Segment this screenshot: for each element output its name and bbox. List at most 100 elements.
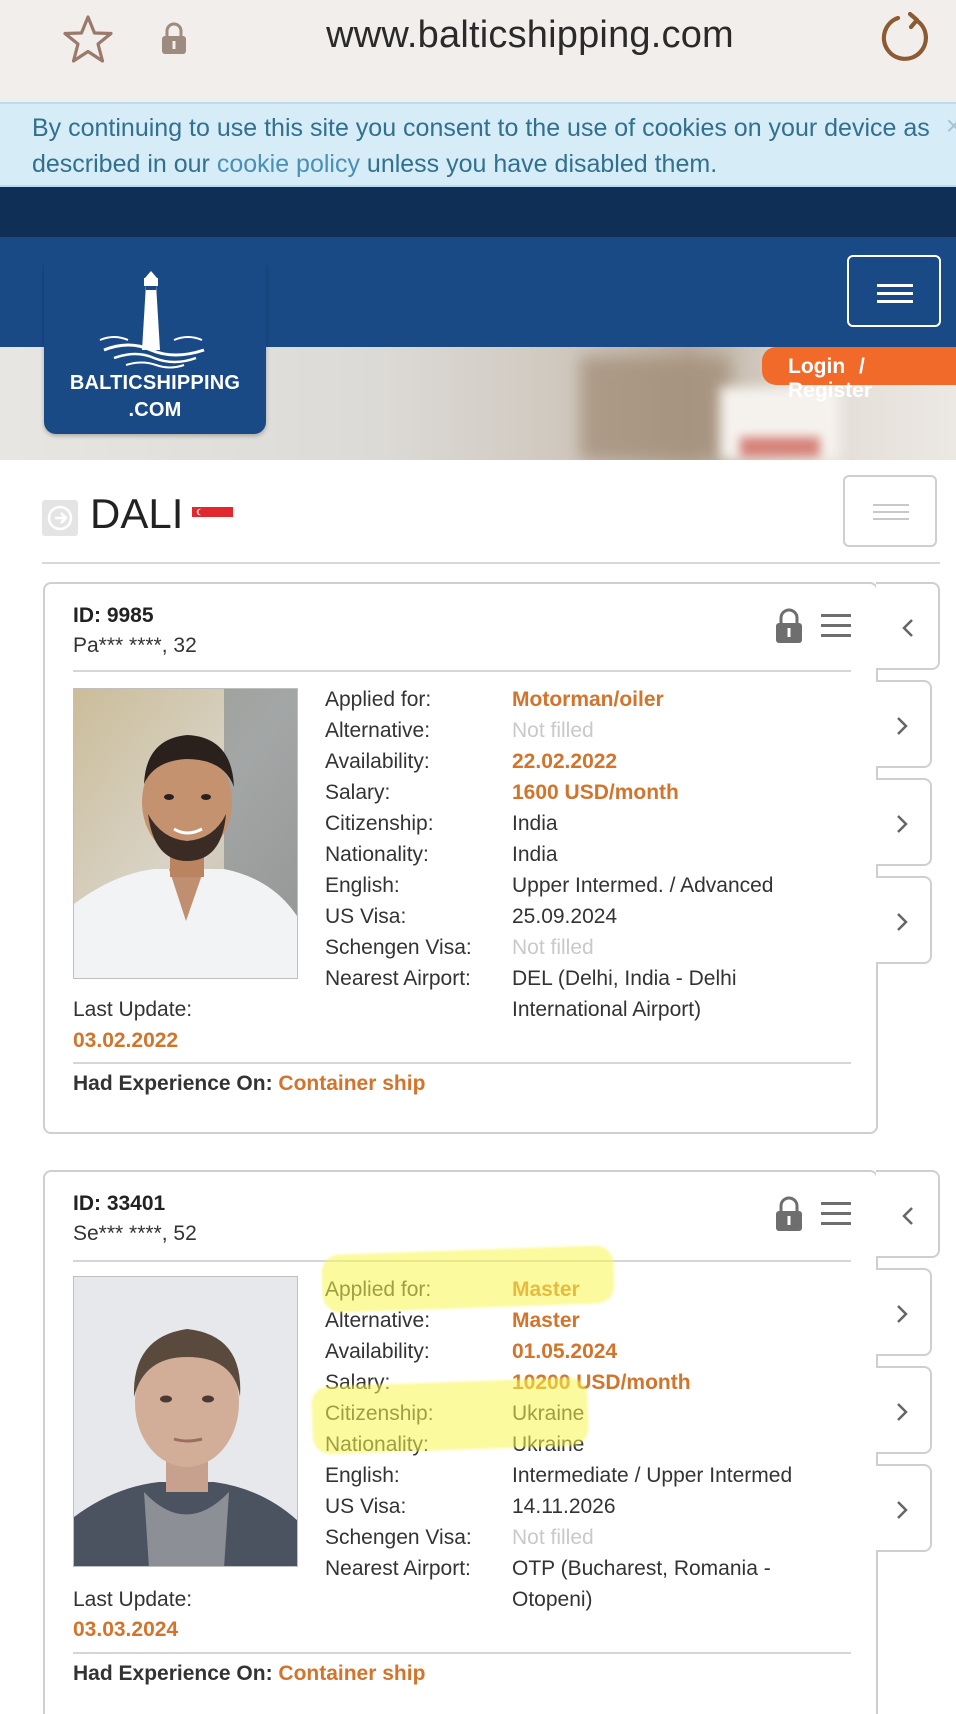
divider [42, 562, 940, 564]
url-text[interactable]: www.balticshipping.com [0, 14, 956, 57]
menu-icon[interactable] [821, 614, 851, 638]
detail-row: Citizenship: India [325, 808, 845, 839]
chevron-left-icon [902, 1207, 913, 1225]
detail-label: Alternative: [325, 719, 431, 742]
next-tab-button[interactable] [876, 778, 932, 866]
lock-icon[interactable] [775, 608, 803, 644]
candidate-card: ID: 9985 Pa*** ****, 32 Applied for: Moto… [43, 582, 878, 1134]
detail-label: US Visa: [325, 1495, 407, 1518]
candidate-name: Se*** ****, 52 [73, 1222, 197, 1245]
detail-value: 22.02.2022 [512, 750, 618, 773]
top-strip [0, 187, 956, 237]
cookie-banner: By continuing to use this site you conse… [0, 102, 956, 187]
candidate-card: ID: 33401 Se*** ****, 52 Applied for: Mas… [43, 1170, 878, 1714]
filter-menu-button[interactable] [843, 475, 937, 547]
close-icon[interactable]: × [946, 108, 956, 144]
login-link[interactable]: Login [788, 355, 845, 378]
divider [73, 1652, 851, 1654]
detail-row: Applied for: Master [325, 1274, 845, 1305]
chevron-right-icon [897, 815, 908, 833]
next-tab-button[interactable] [876, 1268, 932, 1356]
detail-value: OTP (Bucharest, Romania - Otopeni) [512, 1557, 771, 1611]
detail-value: Ukraine [512, 1433, 585, 1456]
detail-label: Nearest Airport: [325, 1557, 471, 1580]
experience-link[interactable]: Container ship [278, 1072, 425, 1095]
detail-value: India [512, 812, 558, 835]
detail-value: 10200 USD/month [512, 1371, 691, 1394]
detail-row: Citizenship: Ukraine [325, 1398, 845, 1429]
detail-label: English: [325, 874, 400, 897]
candidate-photo [73, 1276, 298, 1567]
detail-value: India [512, 843, 558, 866]
collapse-tab[interactable] [876, 582, 940, 670]
next-tab-button[interactable] [876, 1464, 932, 1552]
logo-text: BALTICSHIPPING [69, 372, 241, 394]
last-update-label: Last Update: [73, 998, 193, 1021]
reload-icon[interactable] [876, 10, 930, 66]
arrow-right-icon[interactable] [42, 500, 78, 536]
chevron-right-icon [897, 1403, 908, 1421]
next-tab-button[interactable] [876, 876, 932, 964]
detail-row: Nearest Airport: DEL (Delhi, India - Delh… [325, 963, 845, 1025]
detail-value: DEL (Delhi, India - Delhi International … [512, 967, 737, 1021]
next-tab-button[interactable] [876, 1366, 932, 1454]
register-link[interactable]: Register [788, 379, 872, 402]
detail-label: Nationality: [325, 843, 429, 866]
logo-text-domain: .COM [128, 399, 182, 421]
detail-label: Availability: [325, 1340, 430, 1363]
experience: Had Experience On: Container ship [73, 1662, 425, 1686]
collapse-tab[interactable] [876, 1170, 940, 1258]
detail-label: Schengen Visa: [325, 1526, 472, 1549]
detail-label: Salary: [325, 1371, 391, 1394]
detail-row: Nationality: Ukraine [325, 1429, 845, 1460]
detail-row: Applied for: Motorman/oiler [325, 684, 845, 715]
candidate-id: ID: 33401 [73, 1192, 166, 1215]
detail-label: Applied for: [325, 1278, 432, 1301]
detail-label: English: [325, 1464, 400, 1487]
cookie-policy-link[interactable]: cookie policy [217, 150, 360, 178]
detail-row: Alternative: Not filled [325, 715, 845, 746]
detail-value: Motorman/oiler [512, 688, 664, 711]
menu-icon[interactable] [821, 1202, 851, 1226]
candidate-id: ID: 9985 [73, 604, 154, 627]
candidate-details: Applied for: Motorman/oiler Alternative: N… [325, 684, 845, 1025]
next-tab-button[interactable] [876, 680, 932, 768]
experience: Had Experience On: Container ship [73, 1072, 425, 1096]
chevron-left-icon [902, 619, 913, 637]
experience-label: Had Experience On: [73, 1662, 273, 1685]
detail-row: Salary: 1600 USD/month [325, 777, 845, 808]
experience-label: Had Experience On: [73, 1072, 273, 1095]
detail-value: Master [512, 1309, 580, 1332]
candidate-photo [73, 688, 298, 979]
detail-value: 1600 USD/month [512, 781, 679, 804]
login-register: Login / Register [762, 347, 956, 402]
detail-label: Availability: [325, 750, 430, 773]
divider [73, 670, 851, 672]
lock-icon[interactable] [775, 1196, 803, 1232]
singapore-flag-icon [192, 507, 233, 527]
chevron-right-icon [897, 1305, 908, 1323]
chevron-right-icon [897, 913, 908, 931]
detail-label: Nearest Airport: [325, 967, 471, 990]
detail-label: Citizenship: [325, 812, 434, 835]
detail-row: English: Intermediate / Upper Intermed [325, 1460, 845, 1491]
detail-label: Applied for: [325, 688, 432, 711]
experience-link[interactable]: Container ship [278, 1662, 425, 1685]
detail-row: English: Upper Intermed. / Advanced [325, 870, 845, 901]
site-logo[interactable]: BALTICSHIPPING .COM [44, 262, 266, 434]
browser-address-bar: www.balticshipping.com [0, 0, 956, 102]
detail-value: Not filled [512, 1526, 594, 1549]
last-update-date: 03.03.2024 [73, 1618, 179, 1641]
main-menu-button[interactable] [847, 255, 941, 327]
detail-value: 14.11.2026 [512, 1495, 616, 1518]
detail-value: Master [512, 1278, 580, 1301]
detail-value: Not filled [512, 936, 594, 959]
detail-row: Alternative: Master [325, 1305, 845, 1336]
last-update-label: Last Update: [73, 1588, 193, 1611]
detail-label: Salary: [325, 781, 391, 804]
detail-label: Schengen Visa: [325, 936, 472, 959]
detail-label: Citizenship: [325, 1402, 434, 1425]
detail-value: Ukraine [512, 1402, 585, 1425]
divider [73, 1062, 851, 1064]
detail-row: US Visa: 25.09.2024 [325, 901, 845, 932]
